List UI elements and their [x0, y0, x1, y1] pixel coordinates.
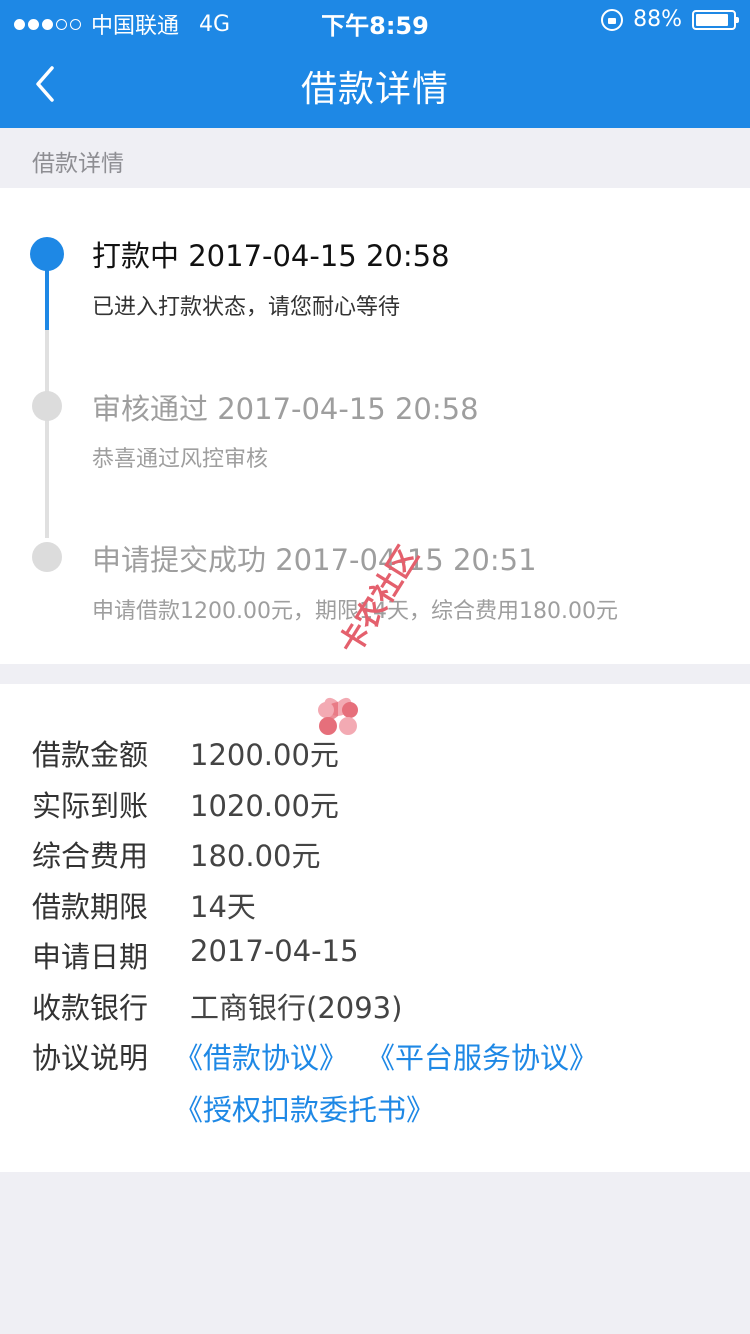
timeline-dot — [32, 391, 62, 421]
timeline-desc-disbursing: 已进入打款状态，请您耐心等待 — [92, 295, 401, 320]
detail-value: 工商银行(2093) — [190, 991, 403, 1025]
detail-value: 180.00元 — [190, 839, 321, 873]
timeline-line — [45, 420, 49, 538]
timeline-title-disbursing: 打款中 2017-04-15 20:58 — [92, 239, 450, 273]
detail-row-term: 借款期限 14天 — [0, 884, 750, 928]
status-right: 88% — [601, 7, 739, 32]
orientation-lock-icon — [601, 8, 624, 31]
battery-percent: 88% — [633, 7, 682, 32]
timeline-title-submitted: 申请提交成功 2017-04-15 20:51 — [92, 543, 537, 577]
section-header: 借款详情 — [0, 128, 750, 188]
detail-row-fee: 综合费用 180.00元 — [0, 833, 750, 877]
detail-label: 申请日期 — [32, 940, 149, 974]
detail-value: 1020.00元 — [190, 789, 339, 823]
detail-row-bank: 收款银行 工商银行(2093) — [0, 985, 750, 1029]
detail-label: 实际到账 — [32, 789, 149, 823]
detail-label: 借款期限 — [32, 890, 149, 924]
detail-row-received-amount: 实际到账 1020.00元 — [0, 783, 750, 827]
loan-agreement-link[interactable]: 《借款协议》 — [174, 1035, 348, 1077]
status-bar: 中国联通 4G 下午8:59 88% — [0, 0, 750, 40]
timeline-dot — [32, 542, 62, 572]
battery-fill — [696, 13, 728, 26]
timeline-title-approved: 审核通过 2017-04-15 20:58 — [92, 392, 479, 426]
agreements-label: 协议说明 — [32, 1041, 149, 1075]
platform-service-agreement-link[interactable]: 《平台服务协议》 — [366, 1035, 598, 1077]
top-bar: 中国联通 4G 下午8:59 88% 借款详情 — [0, 0, 750, 128]
timeline-dot-active — [30, 237, 64, 271]
detail-row-loan-amount: 借款金额 1200.00元 — [0, 732, 750, 776]
timeline-line — [45, 330, 49, 392]
navigation-bar: 借款详情 — [0, 40, 750, 128]
detail-label: 收款银行 — [32, 991, 149, 1025]
detail-label: 借款金额 — [32, 738, 149, 772]
battery-icon — [692, 9, 739, 30]
timeline-desc-approved: 恭喜通过风控审核 — [92, 447, 269, 472]
authorization-deduction-link[interactable]: 《授权扣款委托书》 — [174, 1087, 435, 1129]
page-title: 借款详情 — [300, 69, 449, 110]
loan-details: 借款金额 1200.00元 实际到账 1020.00元 综合费用 180.00元… — [0, 684, 750, 1172]
detail-label: 综合费用 — [32, 839, 149, 873]
section-header-label: 借款详情 — [32, 151, 124, 177]
detail-value: 14天 — [190, 890, 256, 924]
detail-value: 2017-04-15 — [190, 934, 359, 968]
detail-row-apply-date: 申请日期 2017-04-15 — [0, 934, 750, 978]
detail-value: 1200.00元 — [190, 738, 339, 772]
